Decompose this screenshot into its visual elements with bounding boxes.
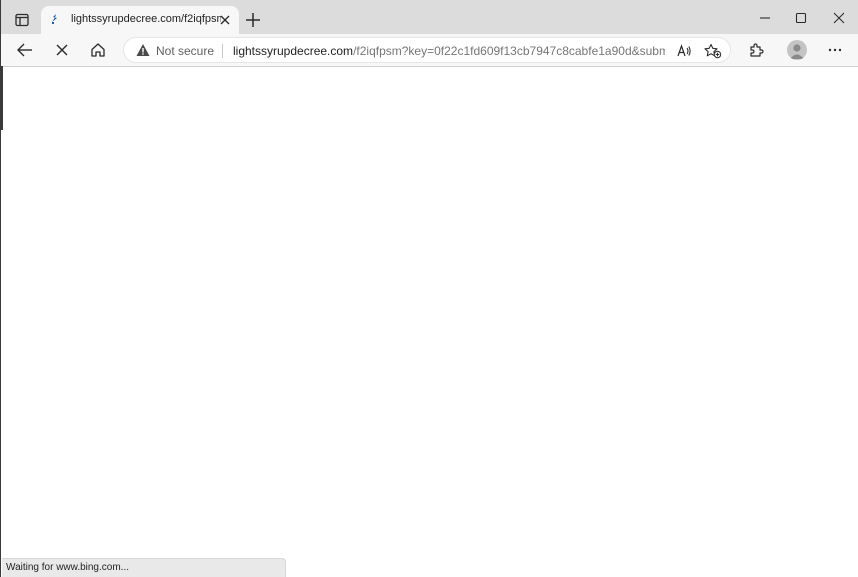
profile-avatar[interactable] [787,40,807,60]
window-edge [1,66,3,130]
page-content [2,67,858,577]
tab-title: lightssyrupdecree.com/f2iqfpsm [71,13,221,25]
site-favicon [52,14,57,24]
more-button[interactable] [824,40,846,60]
extensions-icon [750,43,764,57]
address-separator [222,44,223,58]
home-button[interactable] [87,40,109,60]
stop-button[interactable] [51,40,73,60]
close-window-icon[interactable] [830,10,848,26]
extensions-button[interactable] [745,40,767,60]
tab-actions-icon [15,13,29,27]
status-bar: Waiting for www.bing.com... [2,558,286,577]
profile-icon [790,44,804,59]
tab-strip: lightssyrupdecree.com/f2iqfpsm [1,0,858,34]
read-aloud-icon[interactable] [676,43,692,59]
back-button[interactable] [14,40,36,60]
status-text: Waiting for www.bing.com... [6,562,130,573]
warning-icon[interactable] [136,43,150,57]
close-icon[interactable] [219,14,231,26]
plus-icon[interactable] [244,11,262,29]
maximize-icon[interactable] [792,10,810,26]
stop-icon [56,44,68,56]
tab-actions-button[interactable] [9,8,35,32]
active-tab[interactable]: lightssyrupdecree.com/f2iqfpsm [41,6,239,34]
add-favorite-icon[interactable] [704,43,722,59]
more-icon [828,48,842,52]
back-arrow-icon [17,43,32,57]
url-text[interactable]: lightssyrupdecree.com/f2iqfpsm?key=0f22c… [233,44,665,58]
browser-window: lightssyrupdecree.com/f2iqfpsm Not secur… [0,0,858,577]
navigation-toolbar: Not secure lightssyrupdecree.com/f2iqfps… [1,34,858,67]
home-icon [91,43,105,57]
security-status[interactable]: Not secure [156,44,214,58]
address-bar[interactable]: Not secure lightssyrupdecree.com/f2iqfps… [123,37,731,63]
minimize-icon[interactable] [756,10,774,26]
url-path: /f2iqfpsm?key=0f22c1fd609f13cb7947c8cabf… [353,44,665,58]
url-host: lightssyrupdecree.com [233,44,354,58]
